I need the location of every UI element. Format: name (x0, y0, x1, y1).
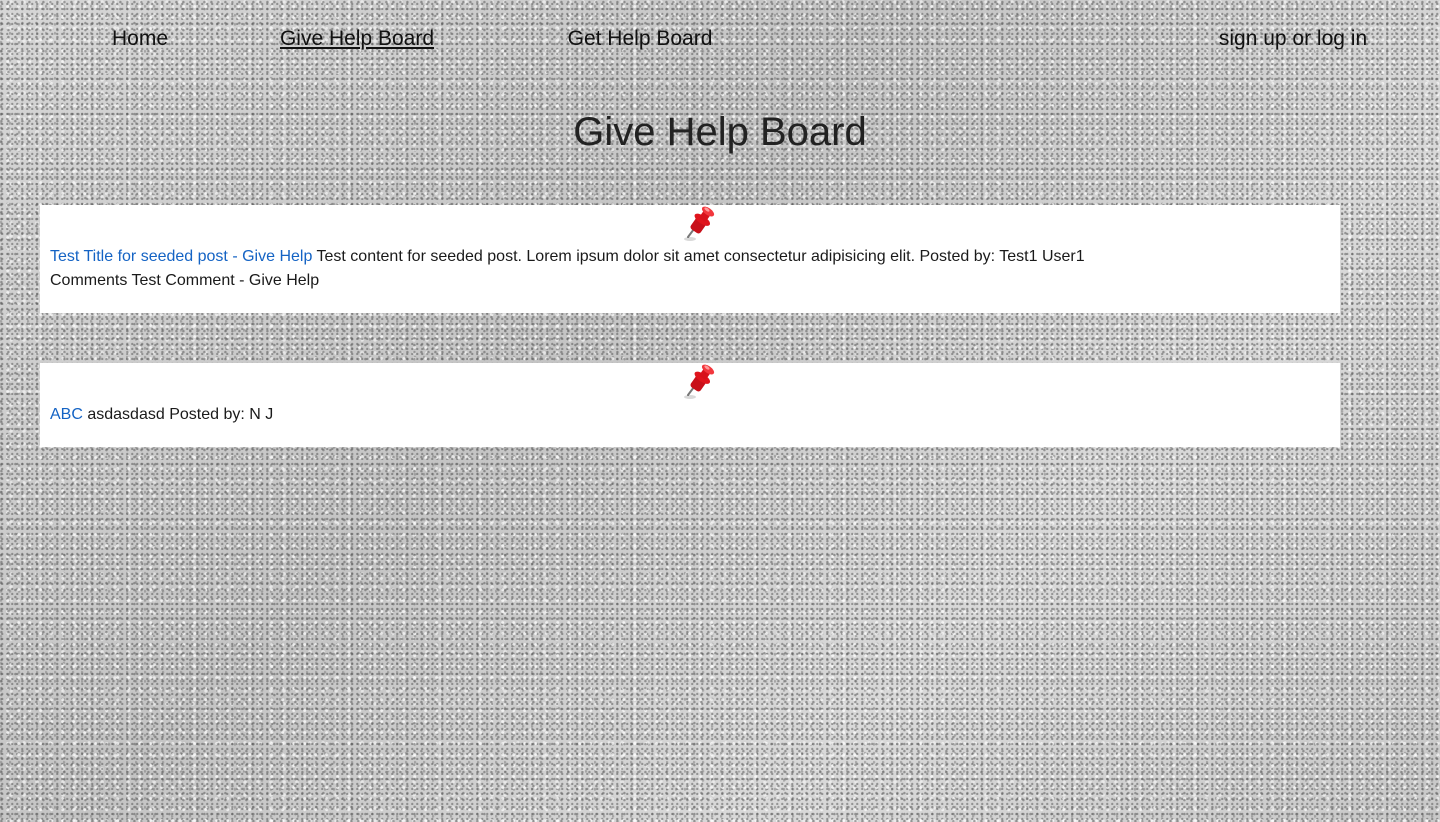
pushpin-icon (684, 364, 715, 399)
nav-get-help-board-link[interactable]: Get Help Board (510, 22, 770, 55)
posted-by-label: Posted by: (919, 248, 996, 265)
main-nav: Home Give Help Board Get Help Board sign… (0, 0, 1440, 100)
comment-text: Test Comment - Give Help (131, 272, 320, 289)
nav-home-link[interactable]: Home (80, 22, 200, 55)
nav-give-help-board-link[interactable]: Give Help Board (237, 22, 477, 55)
nav-sign-up-or-log-in-link[interactable]: sign up or log in (1150, 22, 1436, 55)
pushpin-icon (684, 206, 715, 241)
post-author: Test1 User1 (999, 248, 1085, 265)
post-author: N J (249, 406, 274, 423)
comments-label: Comments (50, 272, 128, 289)
post-card: Test Title for seeded post - Give Help T… (40, 205, 1340, 313)
post-title-link[interactable]: ABC (50, 406, 83, 423)
post-title-link[interactable]: Test Title for seeded post - Give Help (50, 248, 312, 265)
page-title: Give Help Board (573, 110, 867, 154)
post-body: Test Title for seeded post - Give Help T… (50, 245, 1330, 269)
post-comments: Comments Test Comment - Give Help (50, 269, 1330, 293)
post-card: ABC asdasdasd Posted by: N J (40, 363, 1340, 447)
post-content: Test content for seeded post. Lorem ipsu… (316, 248, 916, 265)
posted-by-label: Posted by: (169, 406, 245, 423)
post-content: asdasdasd (87, 406, 165, 423)
post-body: ABC asdasdasd Posted by: N J (50, 403, 1330, 427)
